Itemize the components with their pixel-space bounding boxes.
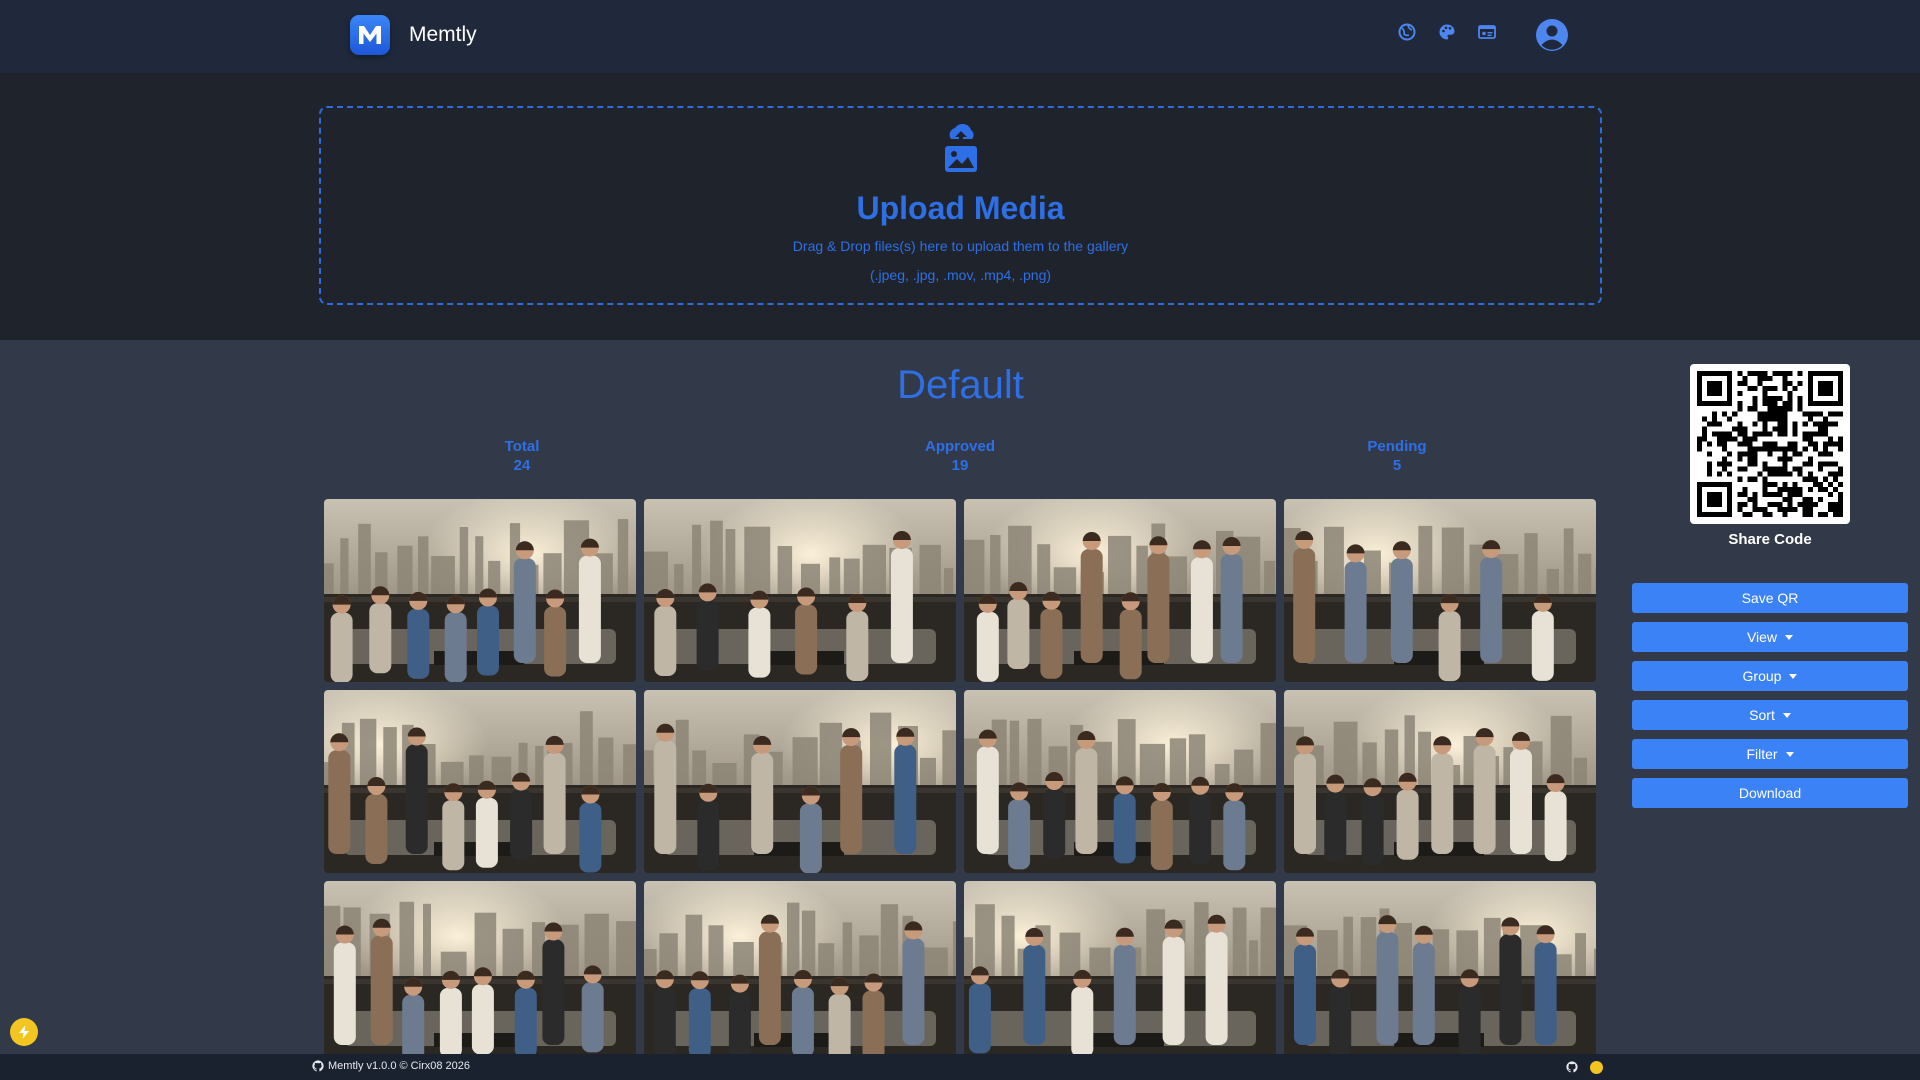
memtly-logo-icon [350, 15, 390, 55]
gallery-photo[interactable] [644, 499, 956, 682]
caret-down-icon [1785, 752, 1794, 757]
gallery-photo[interactable] [324, 690, 636, 873]
stat-approved-value: 19 [951, 457, 969, 474]
user-circle-icon[interactable] [1535, 18, 1569, 52]
id-card-icon[interactable] [1475, 20, 1499, 44]
stat-total: Total 24 [422, 437, 622, 475]
caret-down-icon [1785, 635, 1794, 640]
photo-image [644, 499, 956, 682]
view-dropdown-button[interactable]: View [1632, 622, 1908, 652]
navbar: Memtly [0, 0, 1920, 73]
photo-image [644, 690, 956, 873]
upload-title: Upload Media [856, 190, 1065, 226]
sort-dropdown-button[interactable]: Sort [1632, 700, 1908, 730]
photo-image [1284, 881, 1596, 1054]
gallery-photo[interactable] [644, 690, 956, 873]
caret-down-icon [1782, 713, 1791, 718]
gallery-photo[interactable] [964, 690, 1276, 873]
github-icon [312, 1060, 324, 1072]
photo-image [964, 499, 1276, 682]
gallery-photo[interactable] [1284, 499, 1596, 682]
upload-description: Drag & Drop files(s) here to upload them… [792, 238, 1129, 254]
lightning-bolt-icon[interactable] [10, 1018, 38, 1046]
cloud-upload-image-icon [941, 122, 981, 174]
footer-credit[interactable]: Memtly v1.0.0 © Cirx08 2026 [312, 1060, 470, 1072]
footer-text: Memtly v1.0.0 © Cirx08 2026 [328, 1060, 470, 1072]
footer: Memtly v1.0.0 © Cirx08 2026 [0, 1054, 1920, 1080]
gallery-photo[interactable] [324, 499, 636, 682]
view-label: View [1746, 629, 1778, 645]
photo-image [324, 690, 636, 873]
group-dropdown-button[interactable]: Group [1632, 661, 1908, 691]
gallery-photo[interactable] [964, 881, 1276, 1054]
globe-icon[interactable] [1395, 20, 1419, 44]
gallery-photo[interactable] [644, 881, 956, 1054]
download-button[interactable]: Download [1632, 778, 1908, 808]
save-qr-button[interactable]: Save QR [1632, 583, 1908, 613]
sort-label: Sort [1749, 707, 1775, 723]
stat-total-label: Total [504, 438, 540, 455]
photo-grid [324, 499, 1596, 1054]
gallery-photo[interactable] [1284, 881, 1596, 1054]
navbar-icons [1395, 20, 1515, 44]
photo-image [964, 881, 1276, 1054]
photo-image [1284, 499, 1596, 682]
github-icon[interactable] [1566, 1061, 1578, 1073]
brand[interactable]: Memtly [350, 15, 477, 55]
gallery-title: Default [897, 363, 1024, 407]
photo-image [1284, 690, 1596, 873]
gallery-photo[interactable] [964, 499, 1276, 682]
photo-image [324, 881, 636, 1054]
stat-approved: Approved 19 [860, 437, 1060, 475]
stat-pending-value: 5 [1392, 457, 1402, 474]
upload-file-types: (.jpeg, .jpg, .mov, .mp4, .png) [869, 267, 1052, 283]
stat-pending-label: Pending [1367, 438, 1427, 455]
share-qr-code[interactable] [1690, 364, 1850, 524]
qr-code-image [1697, 371, 1843, 517]
stat-approved-label: Approved [924, 438, 995, 455]
palette-icon[interactable] [1435, 20, 1459, 44]
download-label: Download [1738, 785, 1802, 801]
photo-image [324, 499, 636, 682]
filter-label: Filter [1746, 746, 1778, 762]
photo-image [644, 881, 956, 1054]
stat-total-value: 24 [513, 457, 531, 474]
share-code-label: Share Code [1728, 531, 1812, 548]
group-label: Group [1742, 668, 1782, 684]
upload-dropzone[interactable]: Upload Media Drag & Drop files(s) here t… [319, 106, 1602, 305]
coin-icon[interactable] [1590, 1061, 1603, 1074]
app-name: Memtly [409, 23, 477, 46]
save-qr-label: Save QR [1741, 590, 1799, 606]
stat-pending: Pending 5 [1297, 437, 1497, 475]
gallery-actions: Save QR View Group Sort Filter Download [1632, 583, 1908, 817]
photo-image [964, 690, 1276, 873]
filter-dropdown-button[interactable]: Filter [1632, 739, 1908, 769]
caret-down-icon [1789, 674, 1798, 679]
gallery-photo[interactable] [324, 881, 636, 1054]
upload-section: Upload Media Drag & Drop files(s) here t… [0, 73, 1920, 340]
gallery-photo[interactable] [1284, 690, 1596, 873]
